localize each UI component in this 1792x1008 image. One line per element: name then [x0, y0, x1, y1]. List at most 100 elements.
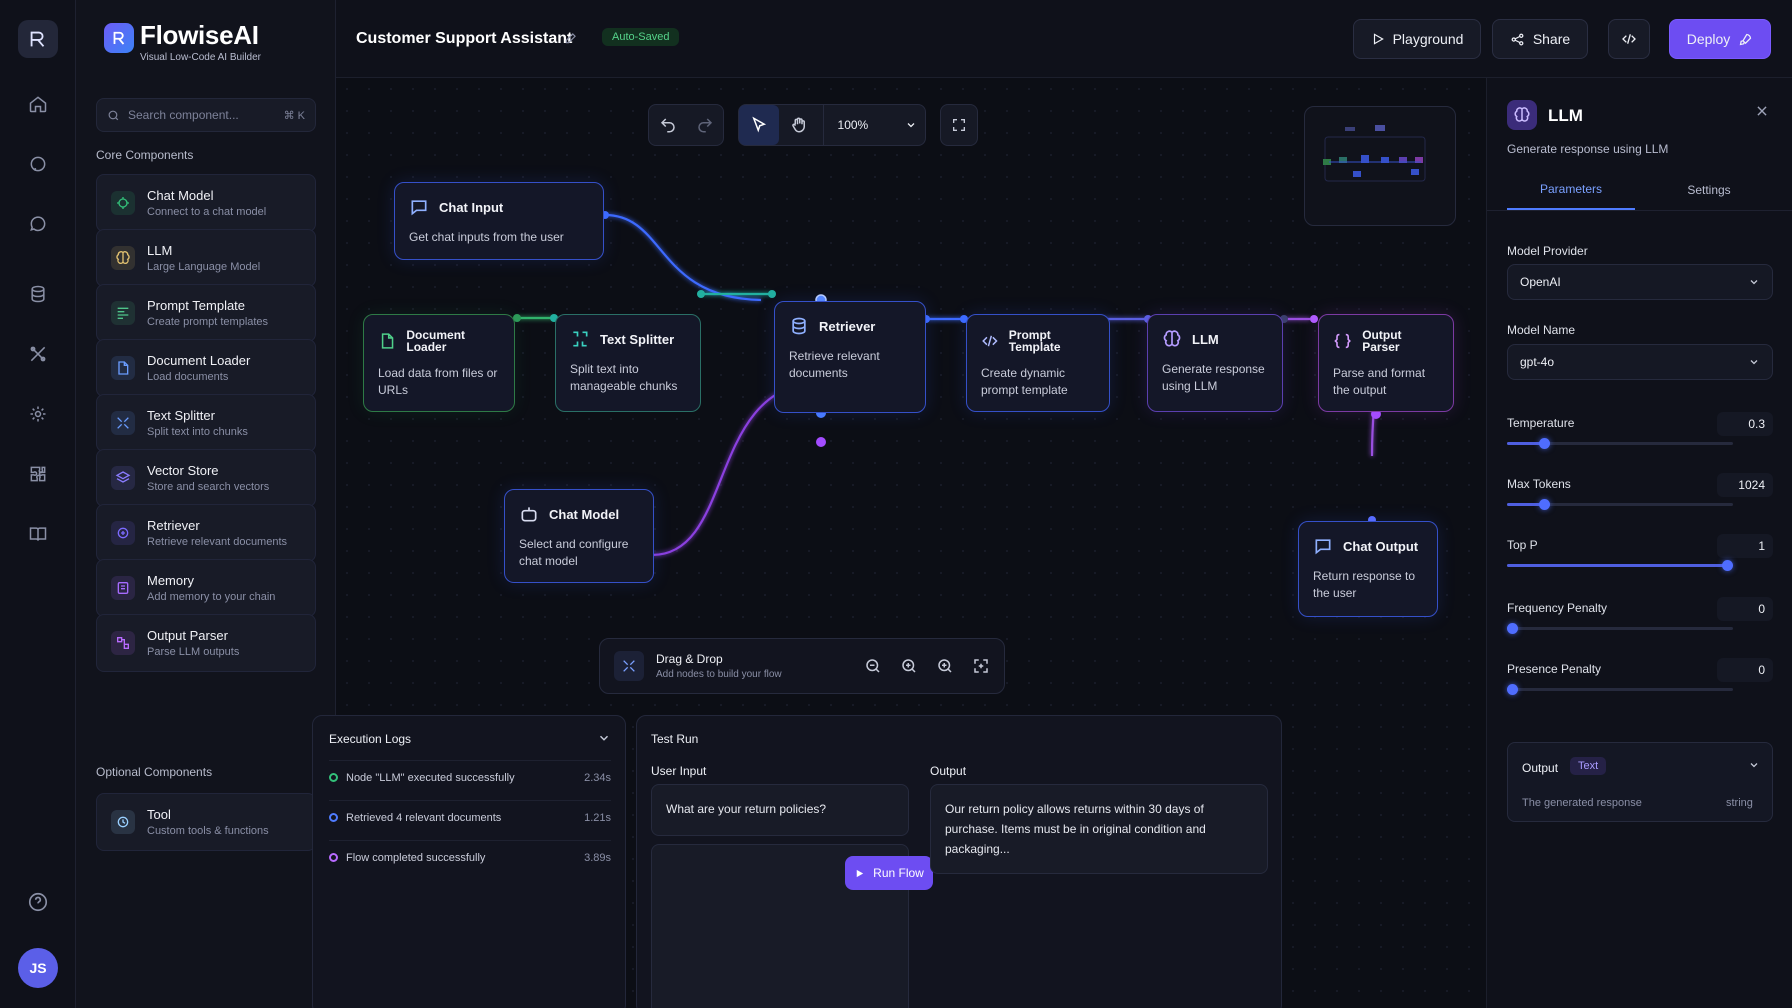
search-input[interactable]: Search component... ⌘ K [96, 98, 316, 132]
rocket-icon [1740, 33, 1752, 45]
avatar[interactable]: JS [18, 948, 58, 988]
drag-drop-subtitle: Add nodes to build your flow [656, 669, 782, 680]
param-slider[interactable] [1507, 438, 1733, 449]
component-title: Document Loader [147, 353, 251, 368]
component-item-vector-store[interactable]: Vector Store Store and search vectors [96, 449, 316, 507]
run-flow-button[interactable]: Run Flow [845, 856, 933, 890]
model-name-select[interactable]: gpt-4o [1507, 344, 1773, 380]
slider-knob[interactable] [1507, 623, 1518, 634]
slider-knob[interactable] [1507, 684, 1518, 695]
param-slider[interactable] [1507, 499, 1733, 510]
component-title: LLM [147, 243, 173, 258]
slider-knob[interactable] [1539, 438, 1550, 449]
component-item-retriever[interactable]: Retriever Retrieve relevant documents [96, 504, 316, 562]
node-desc: Parse and format the output [1333, 366, 1426, 397]
flow-title[interactable]: Customer Support Assistant [356, 30, 572, 48]
left-rail: JS [0, 0, 76, 1008]
slider-knob[interactable] [1539, 499, 1550, 510]
slider-knob[interactable] [1722, 560, 1733, 571]
playground-button[interactable]: Playground [1353, 19, 1481, 59]
component-item-llm[interactable]: LLM Large Language Model [96, 229, 316, 287]
node-title: Document Loader [406, 328, 466, 354]
log-time: 1.21s [584, 811, 611, 824]
settings-icon[interactable] [22, 398, 54, 430]
component-item-memory[interactable]: Memory Add memory to your chain [96, 559, 316, 617]
node-desc: Generate response using LLM [1162, 362, 1265, 393]
tab-parameters[interactable]: Parameters [1507, 170, 1635, 210]
node-text-splitter[interactable]: Text Splitter Split text into manageable… [555, 314, 701, 412]
param-value-input[interactable]: 1 [1717, 534, 1773, 558]
braces-icon [1334, 333, 1351, 349]
param-slider[interactable] [1507, 623, 1733, 634]
deploy-label: Deploy [1686, 31, 1731, 47]
node-desc: Select and configure chat model [519, 537, 629, 568]
node-chat-output[interactable]: Chat Output Return response to the user [1298, 521, 1438, 617]
tools-icon[interactable] [22, 338, 54, 370]
component-item-prompt-template[interactable]: Prompt Template Create prompt templates [96, 284, 316, 342]
node-desc: Return response to the user [1313, 569, 1416, 600]
fit-view-icon[interactable] [972, 657, 990, 675]
puzzle-icon[interactable] [22, 458, 54, 490]
output-card[interactable]: Output Text The generated response strin… [1507, 742, 1773, 822]
status-dot [329, 773, 338, 782]
component-item-document-loader[interactable]: Document Loader Load documents [96, 339, 316, 397]
param-value-input[interactable]: 0 [1717, 597, 1773, 621]
code-view-button[interactable] [1608, 19, 1650, 59]
log-time: 2.34s [584, 771, 611, 784]
user-input-field[interactable]: What are your return policies? [651, 784, 909, 836]
node-document-loader[interactable]: Document Loader Load data from files or … [363, 314, 515, 412]
database-icon[interactable] [22, 278, 54, 310]
deploy-button[interactable]: Deploy [1669, 19, 1771, 59]
flow-canvas[interactable]: 100% Chat Input Get chat inputs from the… [312, 78, 1486, 1008]
component-item-text-splitter[interactable]: Text Splitter Split text into chunks [96, 394, 316, 452]
component-title: Tool [147, 807, 171, 822]
node-title: LLM [1192, 331, 1219, 347]
zoom-reset-icon[interactable] [936, 657, 954, 675]
model-provider-select[interactable]: OpenAI [1507, 264, 1773, 300]
component-item-tool[interactable]: Tool Custom tools & functions [96, 793, 316, 851]
test-run-title: Test Run [651, 732, 699, 746]
app-logo-icon[interactable] [18, 20, 58, 58]
edit-pencil-icon[interactable] [564, 31, 578, 48]
node-chat-input[interactable]: Chat Input Get chat inputs from the user [394, 182, 604, 260]
chat-bubble-icon[interactable] [22, 208, 54, 240]
brand-name: FlowiseAI [140, 20, 259, 50]
database-icon [792, 317, 806, 335]
output-label: Output [930, 764, 967, 778]
node-chat-model[interactable]: Chat Model Select and configure chat mod… [504, 489, 654, 583]
param-slider[interactable] [1507, 560, 1733, 571]
tab-settings[interactable]: Settings [1645, 170, 1773, 210]
drag-drop-title: Drag & Drop [656, 652, 723, 666]
component-item-output-parser[interactable]: Output Parser Parse LLM outputs [96, 614, 316, 672]
output-card-label: Output [1522, 761, 1559, 775]
param-label: Max Tokens [1507, 477, 1571, 491]
component-item-chat-model[interactable]: Chat Model Connect to a chat model [96, 174, 316, 232]
close-icon[interactable] [1755, 104, 1769, 121]
node-prompt-template[interactable]: Prompt Template Create dynamic prompt te… [966, 314, 1110, 412]
param-value-input[interactable]: 0 [1717, 658, 1773, 682]
zoom-out-icon[interactable] [864, 657, 882, 675]
chevron-down-icon[interactable] [597, 731, 611, 748]
chat-bubble-icon [411, 200, 427, 216]
memory-icon [111, 576, 135, 600]
node-output-parser[interactable]: Output Parser Parse and format the outpu… [1318, 314, 1454, 412]
share-icon [1511, 33, 1524, 45]
docs-book-icon[interactable] [22, 518, 54, 550]
output-type-badge: Text [1570, 757, 1607, 775]
node-desc: Create dynamic prompt template [981, 366, 1068, 397]
node-retriever[interactable]: Retriever Retrieve relevant documents [774, 301, 926, 413]
param-slider[interactable] [1507, 684, 1733, 695]
log-time: 3.89s [584, 851, 611, 864]
param-value-input[interactable]: 0.3 [1717, 412, 1773, 436]
chevron-down-icon[interactable] [1748, 759, 1760, 774]
param-value-input[interactable]: 1024 [1717, 473, 1773, 497]
zoom-in-icon[interactable] [900, 657, 918, 675]
home-icon[interactable] [22, 88, 54, 120]
node-llm[interactable]: LLM Generate response using LLM [1147, 314, 1283, 412]
help-icon[interactable] [22, 886, 54, 918]
tool-icon [111, 810, 135, 834]
node-title: Text Splitter [600, 331, 675, 347]
chatflows-icon[interactable] [22, 148, 54, 180]
document-icon [381, 333, 394, 349]
share-button[interactable]: Share [1492, 19, 1588, 59]
